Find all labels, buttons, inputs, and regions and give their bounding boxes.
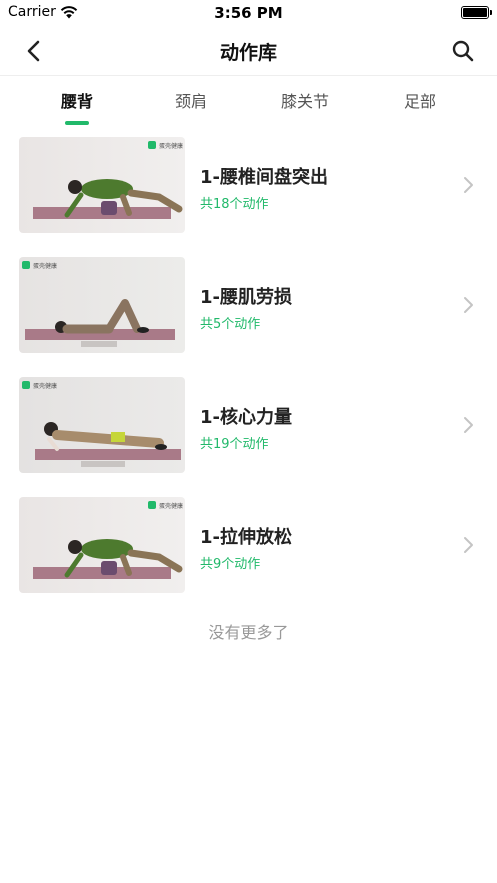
logo-text: 蛋壳健康 — [33, 382, 57, 390]
logo-text: 蛋壳健康 — [33, 262, 57, 270]
exercise-thumbnail: 蛋壳健康 — [19, 497, 185, 593]
end-of-list-text: 没有更多了 — [208, 623, 289, 642]
chevron-right-icon — [464, 537, 473, 553]
navigation-bar: 动作库 — [0, 26, 497, 76]
item-title: 1-腰肌劳损 — [200, 287, 292, 308]
logo-text: 蛋壳健康 — [159, 502, 183, 510]
status-bar: Carrier 3:56 PM — [0, 0, 497, 26]
list-item[interactable]: 蛋壳健康 1-腰椎间盘突出 共18个动作 — [0, 137, 497, 235]
list-item[interactable]: 蛋壳健康 1-拉伸放松 共9个动作 — [0, 497, 497, 595]
item-count: 共5个动作 — [200, 317, 261, 332]
item-count: 共19个动作 — [200, 437, 269, 452]
category-tabs: 腰背 颈肩 膝关节 足部 — [0, 77, 497, 127]
chevron-right-icon — [464, 177, 473, 193]
tab-foot[interactable]: 足部 — [370, 88, 470, 112]
search-button[interactable] — [447, 36, 479, 66]
list-item[interactable]: 蛋壳健康 1-核心力量 共19个动作 — [0, 377, 497, 475]
item-title: 1-核心力量 — [200, 407, 292, 428]
list-item[interactable]: 蛋壳健康 1-腰肌劳损 共5个动作 — [0, 257, 497, 355]
search-icon — [452, 40, 474, 62]
item-count: 共9个动作 — [200, 557, 261, 572]
tab-knee[interactable]: 膝关节 — [255, 88, 355, 112]
tab-neck-shoulder[interactable]: 颈肩 — [141, 88, 241, 112]
tab-waist-back[interactable]: 腰背 — [27, 88, 127, 112]
exercise-thumbnail: 蛋壳健康 — [19, 137, 185, 233]
exercise-thumbnail: 蛋壳健康 — [19, 377, 185, 473]
exercise-thumbnail: 蛋壳健康 — [19, 257, 185, 353]
chevron-right-icon — [464, 297, 473, 313]
battery-icon — [461, 6, 492, 19]
tab-active-indicator — [65, 121, 89, 125]
item-count: 共18个动作 — [200, 197, 269, 212]
page-title: 动作库 — [219, 42, 277, 64]
item-title: 1-腰椎间盘突出 — [200, 167, 328, 188]
chevron-right-icon — [464, 417, 473, 433]
item-title: 1-拉伸放松 — [200, 527, 292, 548]
status-time: 3:56 PM — [214, 4, 283, 22]
logo-text: 蛋壳健康 — [159, 142, 183, 150]
